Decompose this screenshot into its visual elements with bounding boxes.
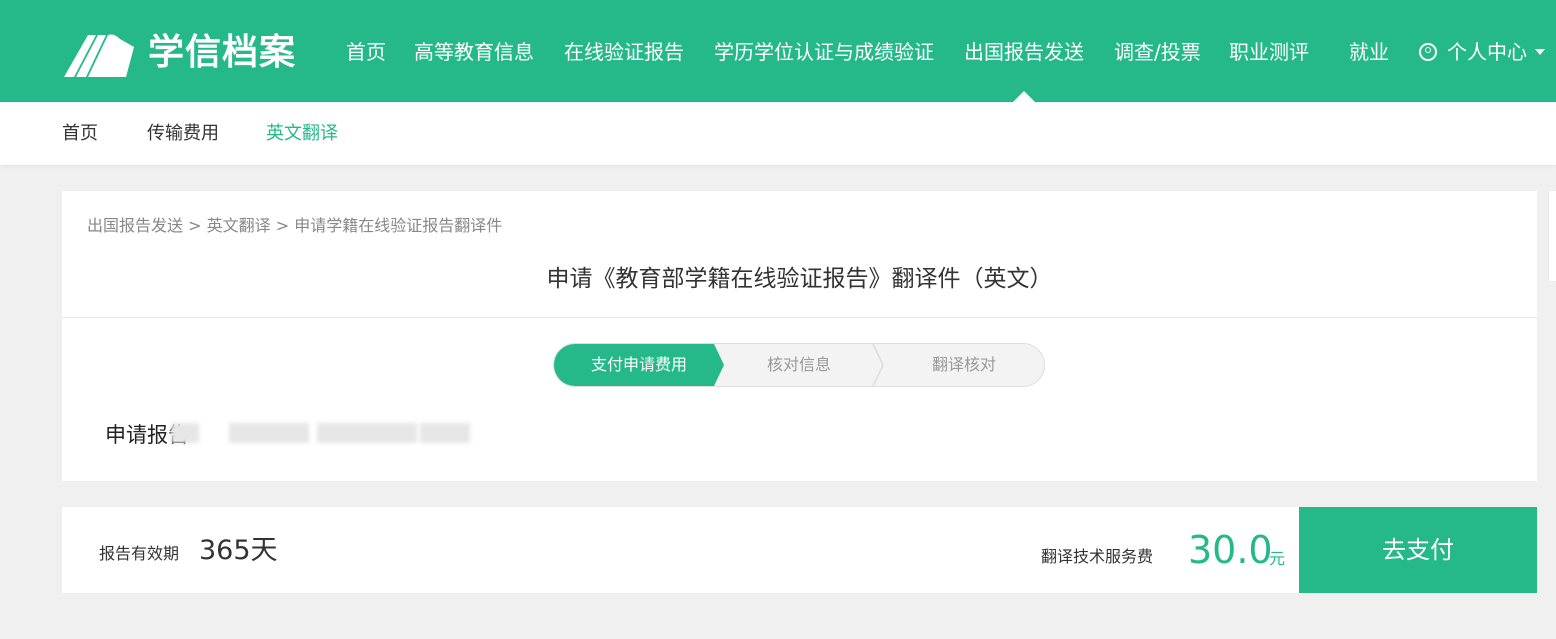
breadcrumb-item[interactable]: 出国报告发送 xyxy=(87,216,183,235)
active-nav-indicator xyxy=(1013,91,1035,102)
progress-steps: 支付申请费用 核对信息 翻译核对 xyxy=(553,343,1045,387)
sub-nav-bar: 首页 传输费用 英文翻译 xyxy=(0,102,1556,165)
logo[interactable]: 学信档案 xyxy=(62,28,296,78)
step-verify-info: 核对信息 xyxy=(766,355,831,374)
nav-item-home[interactable]: 首页 xyxy=(346,39,386,65)
chevron-down-icon xyxy=(1535,48,1545,55)
user-center-menu[interactable]: 个人中心 xyxy=(1419,39,1545,65)
pay-button[interactable]: 去支付 xyxy=(1299,507,1537,593)
side-widget-edge xyxy=(1548,191,1556,281)
subnav-item-home[interactable]: 首页 xyxy=(62,122,98,146)
logo-icon xyxy=(62,29,134,77)
subnav-item-translation[interactable]: 英文翻译 xyxy=(266,122,338,146)
top-nav-bar: 学信档案 首页 高等教育信息 在线验证报告 学历学位认证与成绩验证 出国报告发送… xyxy=(0,0,1556,102)
redacted-text xyxy=(420,423,470,443)
step-pay-fee: 支付申请费用 xyxy=(554,344,724,386)
service-fee-amount: 30.0 xyxy=(1188,528,1273,572)
breadcrumb: 出国报告发送 > 英文翻译 > 申请学籍在线验证报告翻译件 xyxy=(87,215,502,237)
page-title: 申请《教育部学籍在线验证报告》翻译件（英文） xyxy=(546,266,1053,292)
nav-item-overseas-report[interactable]: 出国报告发送 xyxy=(964,39,1084,65)
breadcrumb-separator: > xyxy=(188,216,202,235)
currency-unit: 元 xyxy=(1269,549,1286,568)
payment-bar: 报告有效期 365天 翻译技术服务费 30.0 元 去支付 xyxy=(62,507,1537,593)
nav-item-higher-education[interactable]: 高等教育信息 xyxy=(414,39,534,65)
redacted-text xyxy=(317,423,417,443)
nav-item-career-test[interactable]: 职业测评 xyxy=(1229,39,1309,65)
redacted-text xyxy=(171,423,199,443)
nav-item-employment[interactable]: 就业 xyxy=(1349,39,1389,65)
validity-value: 365天 xyxy=(199,535,278,566)
breadcrumb-item-current: 申请学籍在线验证报告翻译件 xyxy=(294,216,503,235)
main-card: 出国报告发送 > 英文翻译 > 申请学籍在线验证报告翻译件 申请《教育部学籍在线… xyxy=(62,191,1537,481)
logo-text: 学信档案 xyxy=(148,32,297,73)
nav-item-online-report[interactable]: 在线验证报告 xyxy=(564,39,684,65)
validity-label: 报告有效期 xyxy=(99,544,180,563)
breadcrumb-separator: > xyxy=(275,216,290,235)
subnav-item-transfer-fee[interactable]: 传输费用 xyxy=(147,122,219,146)
nav-item-certification[interactable]: 学历学位认证与成绩验证 xyxy=(714,39,934,65)
user-center-label: 个人中心 xyxy=(1447,40,1527,64)
breadcrumb-item[interactable]: 英文翻译 xyxy=(207,216,271,235)
divider xyxy=(62,317,1537,318)
nav-item-survey[interactable]: 调查/投票 xyxy=(1114,39,1201,65)
service-fee-label: 翻译技术服务费 xyxy=(1041,547,1154,566)
redacted-text xyxy=(229,423,309,443)
step-translation-check: 翻译核对 xyxy=(931,355,996,374)
step-separator-icon xyxy=(872,344,884,386)
user-icon xyxy=(1419,42,1437,61)
